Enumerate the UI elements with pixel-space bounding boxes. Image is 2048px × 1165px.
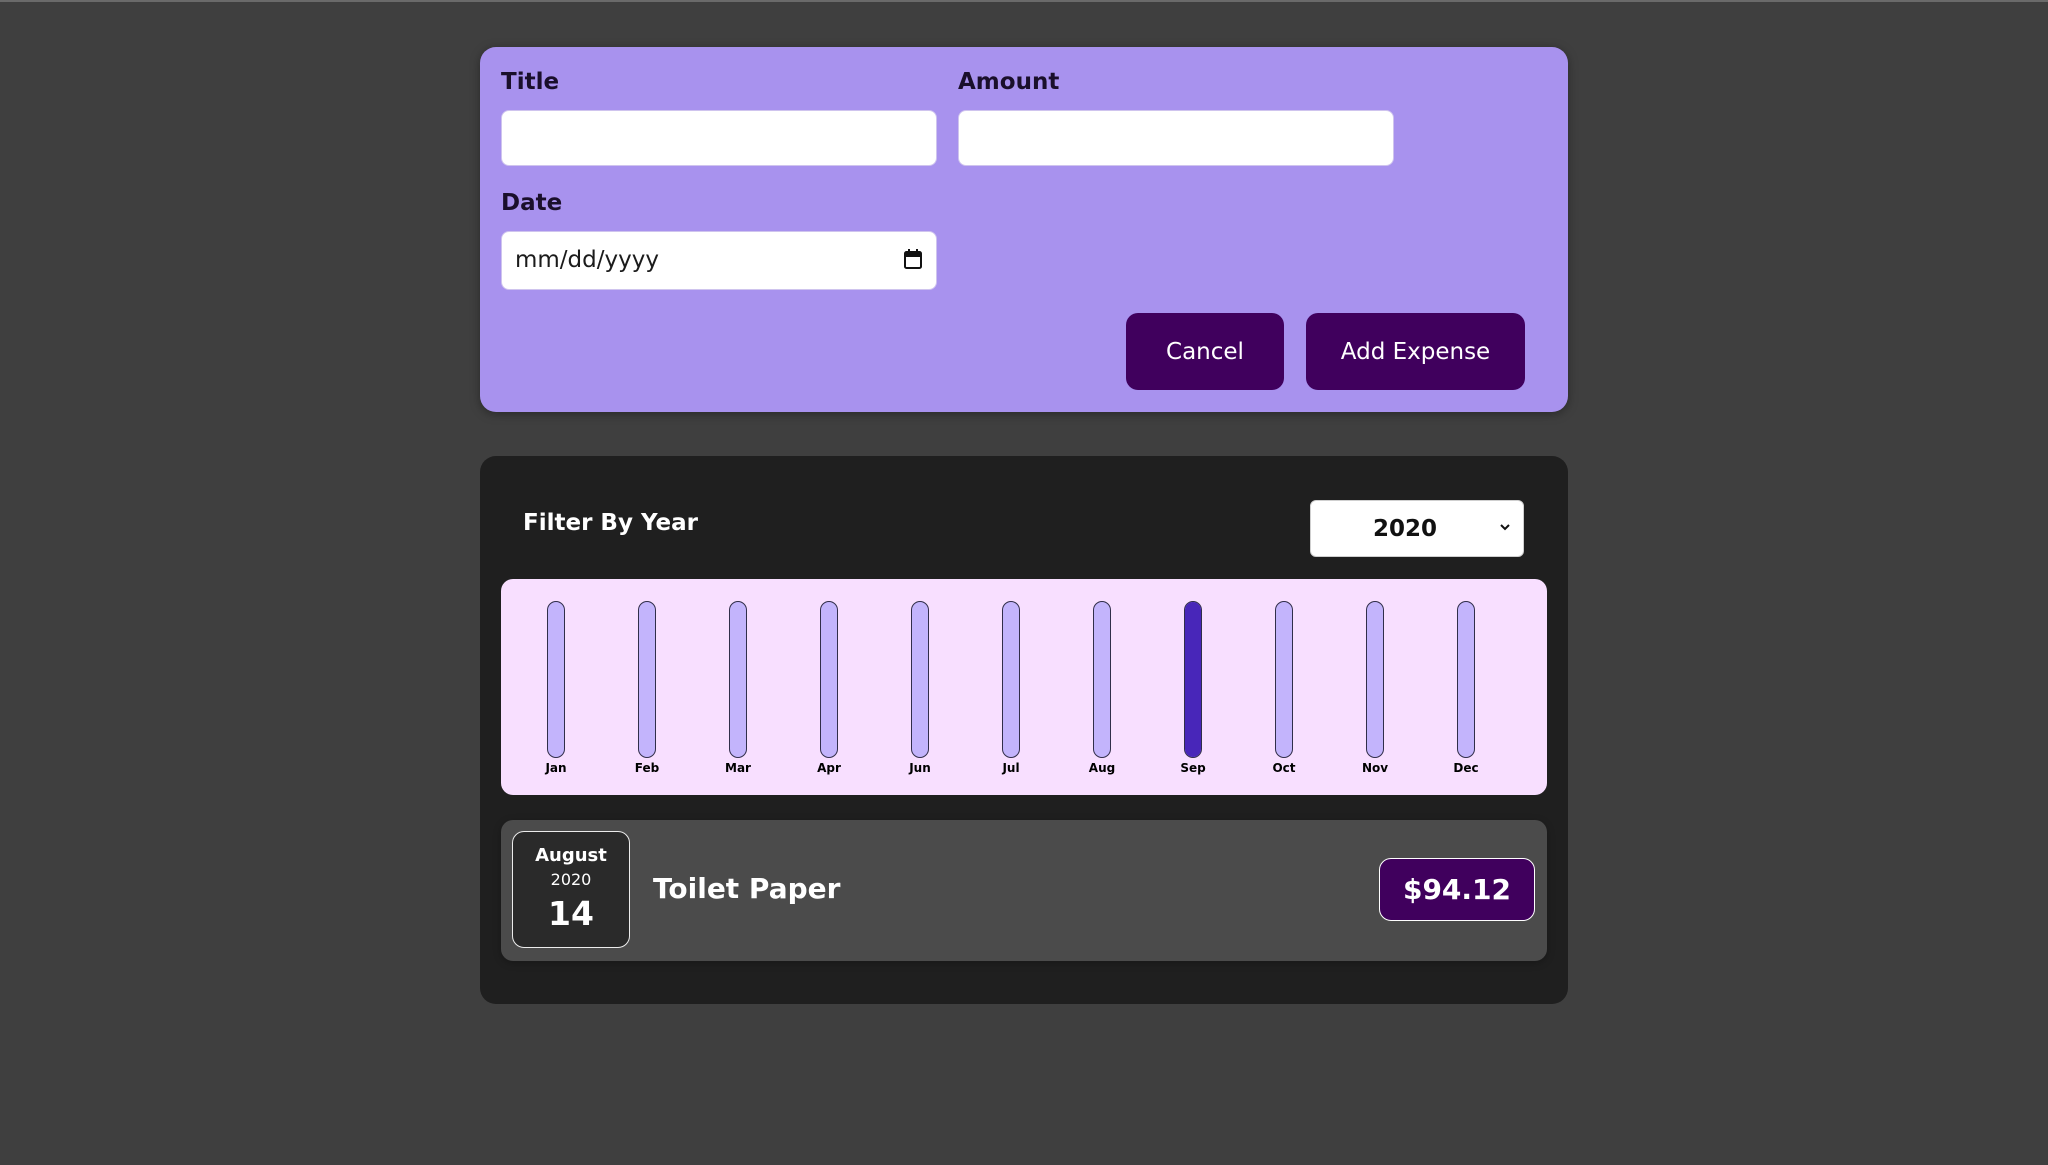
chart-bar-track xyxy=(1184,601,1202,758)
expenses-chart: Jan Feb Mar Apr Jun Jul Aug Sep Oct Nov Dec xyxy=(501,579,1547,795)
title-input[interactable] xyxy=(501,110,937,166)
chart-bar-label: Apr xyxy=(817,761,841,775)
chart-bar-track xyxy=(1002,601,1020,758)
expense-date: August 2020 14 xyxy=(512,831,630,948)
chart-bar-mar: Mar xyxy=(723,601,753,775)
chart-bar-oct: Oct xyxy=(1269,601,1299,775)
expense-date-year: 2020 xyxy=(550,870,592,889)
chart-bar-jan: Jan xyxy=(541,601,571,775)
title-label: Title xyxy=(501,69,560,95)
chart-bar-track xyxy=(638,601,656,758)
chart-bar-label: Aug xyxy=(1088,761,1116,775)
amount-label: Amount xyxy=(958,69,1060,95)
chart-bar-track xyxy=(1457,601,1475,758)
amount-input[interactable] xyxy=(958,110,1394,166)
cancel-button[interactable]: Cancel xyxy=(1126,313,1284,390)
chart-bar-label: Dec xyxy=(1453,761,1479,775)
add-expense-button[interactable]: Add Expense xyxy=(1306,313,1525,390)
chart-bar-track xyxy=(1366,601,1384,758)
expense-date-day: 14 xyxy=(548,894,594,933)
new-expense-form: Title Amount Date mm/dd/yyyy Cancel Add … xyxy=(480,47,1568,412)
chart-bar-apr: Apr xyxy=(814,601,844,775)
chart-bar-track xyxy=(729,601,747,758)
chart-bar-label: Sep xyxy=(1180,761,1206,775)
date-label: Date xyxy=(501,190,563,216)
chart-bar-nov: Nov xyxy=(1360,601,1390,775)
date-placeholder: mm/dd/yyyy xyxy=(515,247,659,273)
chart-bar-track xyxy=(547,601,565,758)
expense-item: August 2020 14 Toilet Paper $94.12 xyxy=(501,820,1547,961)
chart-bar-dec: Dec xyxy=(1451,601,1481,775)
year-select-value: 2020 xyxy=(1372,516,1437,542)
chart-bar-label: Feb xyxy=(634,761,660,775)
chart-bar-label: Jul xyxy=(1002,761,1020,775)
expense-amount: $94.12 xyxy=(1379,858,1535,921)
chart-bar-label: Jun xyxy=(909,761,931,775)
expense-date-month: August xyxy=(535,845,607,866)
chart-bar-feb: Feb xyxy=(632,601,662,775)
chart-bar-jun: Jun xyxy=(905,601,935,775)
chevron-down-icon xyxy=(1500,524,1510,531)
chart-bar-label: Jan xyxy=(545,761,567,775)
year-select[interactable]: 2020 xyxy=(1310,500,1524,557)
filter-label: Filter By Year xyxy=(523,510,698,536)
chart-bar-track xyxy=(911,601,929,758)
chart-bar-jul: Jul xyxy=(996,601,1026,775)
chart-bar-track xyxy=(1275,601,1293,758)
expense-title: Toilet Paper xyxy=(653,872,841,905)
chart-bar-track xyxy=(1093,601,1111,758)
calendar-icon[interactable] xyxy=(904,249,922,269)
chart-bar-aug: Aug xyxy=(1087,601,1117,775)
chart-bar-label: Oct xyxy=(1272,761,1296,775)
expenses-card: Filter By Year 2020 Jan Feb Mar Apr Jun Jul Au… xyxy=(480,456,1568,1004)
chart-bar-track xyxy=(820,601,838,758)
date-input[interactable]: mm/dd/yyyy xyxy=(501,231,937,290)
chart-bar-label: Mar xyxy=(725,761,751,775)
chart-bar-fill xyxy=(1185,602,1201,757)
chart-bar-label: Nov xyxy=(1361,761,1389,775)
chart-bar-sep: Sep xyxy=(1178,601,1208,775)
window-top-border xyxy=(0,0,2048,2)
